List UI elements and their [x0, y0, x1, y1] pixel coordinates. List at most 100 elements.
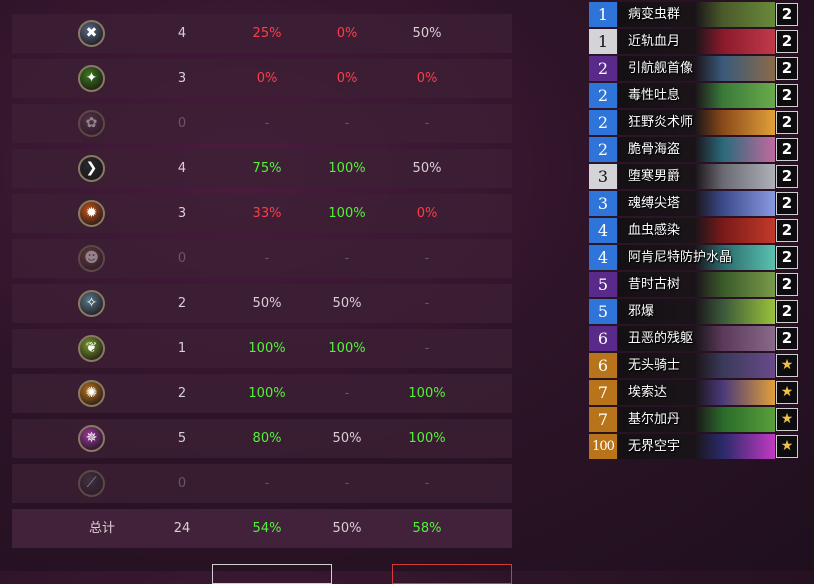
deck-card[interactable]: 7 基尔加丹 ★ — [589, 407, 800, 432]
legendary-star-icon: ★ — [776, 381, 798, 404]
deck-card[interactable]: 100 无界空宇 ★ — [589, 434, 800, 459]
card-name: 病变虫群 — [628, 7, 681, 22]
stat-value-b: 0% — [336, 71, 358, 86]
card-cost: 5 — [589, 272, 617, 297]
card-cost: 3 — [589, 191, 617, 216]
deck-card[interactable]: 7 埃索达 ★ — [589, 380, 800, 405]
total-count: 24 — [173, 521, 191, 536]
stat-value-a: 75% — [252, 161, 282, 176]
deck-card[interactable]: 4 阿肯尼特防护水晶 2 — [589, 245, 800, 270]
card-name-bar: 引航舰首像 — [618, 56, 775, 81]
card-art — [695, 218, 775, 243]
card-cost: 100 — [589, 434, 617, 459]
grey-dagger-icon: ⟋ — [78, 470, 105, 497]
stat-value-a: 100% — [248, 341, 286, 356]
table-row: ✧ 2 50% 50% - — [12, 284, 512, 323]
card-art — [695, 272, 775, 297]
stat-value-b: 100% — [328, 161, 366, 176]
deck-card[interactable]: 1 病变虫群 2 — [589, 2, 800, 27]
stat-value-a: - — [264, 251, 270, 266]
deck-card[interactable]: 3 堕寒男爵 2 — [589, 164, 800, 189]
card-cost: 6 — [589, 353, 617, 378]
green-claw-icon: ✦ — [78, 65, 105, 92]
card-name: 狂野炎术师 — [628, 115, 694, 130]
deck-card[interactable]: 5 邪爆 2 — [589, 299, 800, 324]
paw-icon: ✿ — [78, 110, 105, 137]
total-label: 总计 — [88, 521, 115, 536]
stat-value-c: - — [424, 116, 430, 131]
stat-value-c: - — [424, 251, 430, 266]
table-row: ✦ 3 0% 0% 0% — [12, 59, 512, 98]
card-cost: 2 — [589, 56, 617, 81]
total-stat-a: 54% — [252, 521, 282, 536]
deck-card[interactable]: 2 脆骨海盗 2 — [589, 137, 800, 162]
deck-card[interactable]: 6 丑恶的残躯 2 — [589, 326, 800, 351]
stat-value-c: 0% — [416, 206, 438, 221]
lightning-fist-icon: ✧ — [78, 290, 105, 317]
card-name: 魂缚尖塔 — [628, 196, 681, 211]
count-value: 0 — [177, 251, 187, 266]
card-art — [695, 191, 775, 216]
card-name: 丑恶的残躯 — [628, 331, 694, 346]
table-row: ✖ 4 25% 0% 50% — [12, 14, 512, 53]
count-value: 4 — [177, 26, 187, 41]
count-value: 1 — [177, 341, 187, 356]
stat-value-a: 33% — [252, 206, 282, 221]
card-art — [695, 137, 775, 162]
card-cost: 4 — [589, 245, 617, 270]
deck-card[interactable]: 2 毒性吐息 2 — [589, 83, 800, 108]
card-art — [695, 407, 775, 432]
left-button[interactable] — [212, 564, 332, 584]
stat-value-b: 0% — [336, 26, 358, 41]
card-name: 邪爆 — [628, 304, 655, 319]
card-count: 2 — [776, 246, 798, 269]
count-value: 4 — [177, 161, 187, 176]
table-row: ✹ 3 33% 100% 0% — [12, 194, 512, 233]
stat-value-c: 50% — [412, 26, 442, 41]
deck-card[interactable]: 3 魂缚尖塔 2 — [589, 191, 800, 216]
card-count: 2 — [776, 138, 798, 161]
card-count: 2 — [776, 192, 798, 215]
card-cost: 3 — [589, 164, 617, 189]
card-count: 2 — [776, 300, 798, 323]
right-button[interactable] — [392, 564, 512, 584]
deck-card[interactable]: 6 无头骑士 ★ — [589, 353, 800, 378]
card-count: 2 — [776, 165, 798, 188]
stat-value-b: - — [344, 386, 350, 401]
card-name-bar: 昔时古树 — [618, 272, 775, 297]
deck-card[interactable]: 1 近轨血月 2 — [589, 29, 800, 54]
total-row: 总计 24 54% 50% 58% — [12, 509, 512, 548]
count-value: 0 — [177, 476, 187, 491]
deck-card[interactable]: 2 狂野炎术师 2 — [589, 110, 800, 135]
legendary-star-icon: ★ — [776, 408, 798, 431]
stat-value-a: 25% — [252, 26, 282, 41]
count-value: 3 — [177, 206, 187, 221]
stat-value-b: 50% — [332, 296, 362, 311]
card-name: 脆骨海盗 — [628, 142, 681, 157]
table-row: ✺ 2 100% - 100% — [12, 374, 512, 413]
stat-value-b: - — [344, 476, 350, 491]
deck-card[interactable]: 2 引航舰首像 2 — [589, 56, 800, 81]
card-art — [695, 164, 775, 189]
card-art — [695, 326, 775, 351]
stat-value-c: - — [424, 341, 430, 356]
legendary-star-icon: ★ — [776, 354, 798, 377]
card-cost: 6 — [589, 326, 617, 351]
stat-value-c: 50% — [412, 161, 442, 176]
deck-card[interactable]: 4 血虫感染 2 — [589, 218, 800, 243]
card-name: 毒性吐息 — [628, 88, 681, 103]
card-name: 血虫感染 — [628, 223, 681, 238]
stat-value-b: - — [344, 116, 350, 131]
card-name: 无界空宇 — [628, 439, 681, 454]
deck-card[interactable]: 5 昔时古树 2 — [589, 272, 800, 297]
stat-value-a: 80% — [252, 431, 282, 446]
card-art — [695, 353, 775, 378]
dark-blade-icon: ❯ — [78, 155, 105, 182]
card-cost: 1 — [589, 2, 617, 27]
count-value: 5 — [177, 431, 187, 446]
stat-value-c: - — [424, 476, 430, 491]
card-count: 2 — [776, 273, 798, 296]
card-name-bar: 阿肯尼特防护水晶 — [618, 245, 775, 270]
card-art — [695, 110, 775, 135]
table-row: ❦ 1 100% 100% - — [12, 329, 512, 368]
